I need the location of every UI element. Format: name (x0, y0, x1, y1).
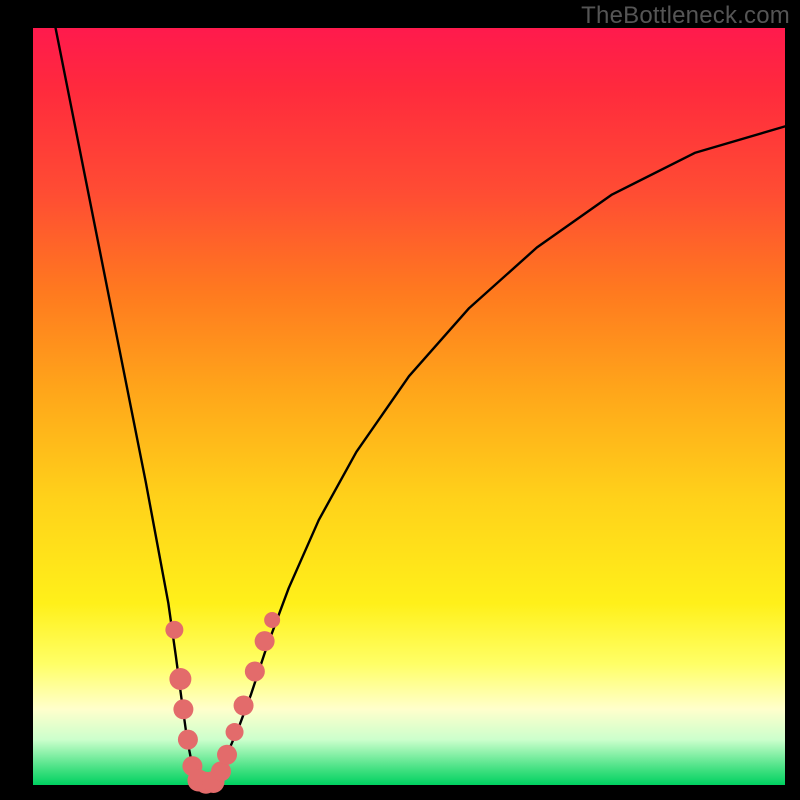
marker-dot (169, 668, 191, 690)
marker-dot (234, 696, 254, 716)
marker-dot (178, 730, 198, 750)
marker-dot (217, 745, 237, 765)
marker-dot (173, 699, 193, 719)
marker-dot (165, 621, 183, 639)
curve-right-branch (213, 126, 785, 785)
chart-frame: TheBottleneck.com (0, 0, 800, 800)
chart-svg-layer (0, 0, 800, 800)
marker-dot (255, 631, 275, 651)
marker-dot (264, 612, 280, 628)
watermark-text: TheBottleneck.com (581, 2, 790, 30)
marker-dot (226, 723, 244, 741)
marker-dot (245, 661, 265, 681)
